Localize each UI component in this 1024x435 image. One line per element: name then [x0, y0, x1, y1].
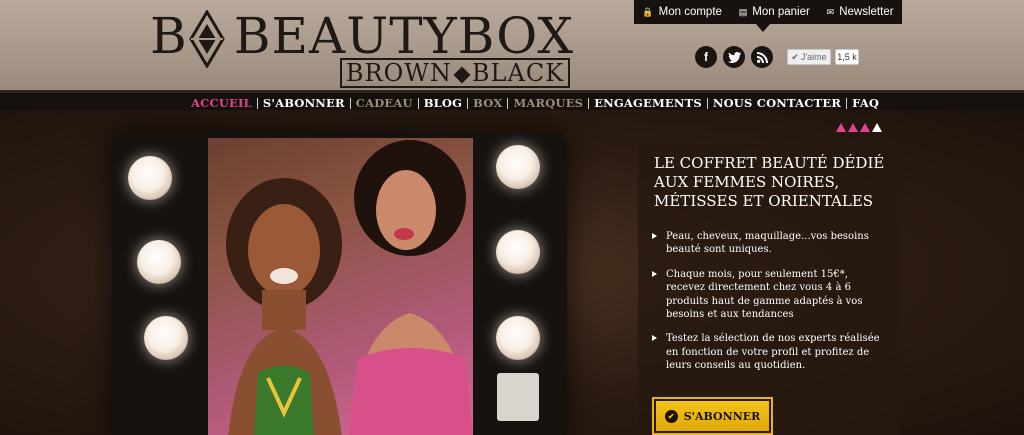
account-bar: 🔒 Mon compte ▤ Mon panier ✉ Newsletter: [634, 0, 902, 24]
facebook-icon[interactable]: f: [695, 46, 717, 68]
light-bulb: [496, 230, 540, 274]
nav-item-blog[interactable]: BLOG: [419, 96, 467, 110]
slide-indicators: [836, 123, 882, 132]
light-bulb: [144, 316, 188, 360]
nav-item-cadeau[interactable]: CADEAU: [351, 96, 418, 110]
hero-banner: LE COFFRET BEAUTÉ DÉDIÉ AUX FEMMES NOIRE…: [0, 110, 1024, 435]
logo-diamond-icon: [189, 10, 225, 68]
thumbs-up-icon: ✔: [791, 51, 799, 62]
nav-item-box[interactable]: BOX: [468, 96, 507, 110]
benefits-list: Peau, cheveux, maquillage...vos besoins …: [650, 230, 890, 384]
slide-indicator-1[interactable]: [836, 123, 846, 132]
nav-divider: [706, 97, 708, 109]
light-bulb: [496, 145, 540, 189]
account-bar-pointer: [756, 24, 770, 32]
diamond-icon: [453, 66, 471, 83]
list-item: Chaque mois, pour seulement 15€*, receve…: [650, 268, 890, 322]
main-nav: ACCUEIL S'ABONNER CADEAU BLOG BOX MARQUE…: [0, 90, 1024, 110]
nav-divider: [349, 97, 351, 109]
nav-item-sabonner[interactable]: S'ABONNER: [258, 96, 350, 110]
panel-title: LE COFFRET BEAUTÉ DÉDIÉ AUX FEMMES NOIRE…: [654, 154, 885, 210]
nav-divider: [417, 97, 419, 109]
subscribe-button[interactable]: ✔ S'ABONNER: [652, 397, 773, 435]
nav-divider: [507, 97, 509, 109]
nav-item-accueil[interactable]: ACCUEIL: [186, 96, 257, 110]
light-bulb: [496, 316, 540, 360]
slide-indicator-3[interactable]: [860, 123, 870, 132]
my-account-link[interactable]: 🔒 Mon compte: [642, 6, 722, 18]
social-links: f: [695, 46, 773, 68]
nav-item-marques[interactable]: MARQUES: [508, 96, 588, 110]
hero-photo: [208, 138, 473, 435]
my-cart-link[interactable]: ▤ Mon panier: [739, 6, 810, 18]
rss-icon[interactable]: [751, 46, 773, 68]
nav-divider: [846, 97, 848, 109]
wall-outlet-image: [497, 373, 539, 421]
logo-subtitle: BROWN BLACK: [340, 58, 570, 88]
slide-indicator-4[interactable]: [872, 123, 882, 132]
header: B BEAUTYBOX BROWN BLACK 🔒 Mon compte ▤ Mon…: [0, 0, 1024, 90]
list-item: Peau, cheveux, maquillage...vos besoins …: [650, 230, 890, 257]
woman-left-image: [226, 178, 342, 435]
info-panel: LE COFFRET BEAUTÉ DÉDIÉ AUX FEMMES NOIRE…: [638, 144, 900, 435]
light-bulb: [128, 156, 172, 200]
lock-icon: 🔒: [642, 6, 654, 17]
nav-divider: [467, 97, 469, 109]
light-bulb: [137, 240, 181, 284]
logo[interactable]: B BEAUTYBOX BROWN BLACK: [150, 8, 575, 88]
woman-right-image: [348, 140, 473, 435]
check-icon: ✔: [664, 409, 678, 423]
nav-item-faq[interactable]: FAQ: [847, 96, 884, 110]
like-count: 1,5 k: [835, 49, 859, 65]
nav-item-engagements[interactable]: ENGAGEMENTS: [589, 96, 707, 110]
nav-divider: [256, 97, 258, 109]
nav-divider: [588, 97, 590, 109]
basket-icon: ▤: [738, 6, 748, 17]
like-button[interactable]: ✔ J'aime: [787, 49, 831, 65]
newsletter-link[interactable]: ✉ Newsletter: [827, 6, 894, 18]
list-item: Testez la sélection de nos experts réali…: [650, 332, 890, 372]
slide-indicator-2[interactable]: [848, 123, 858, 132]
twitter-icon[interactable]: [723, 46, 745, 68]
nav-item-nous-contacter[interactable]: NOUS CONTACTER: [708, 96, 846, 110]
envelope-icon: ✉: [826, 6, 835, 17]
